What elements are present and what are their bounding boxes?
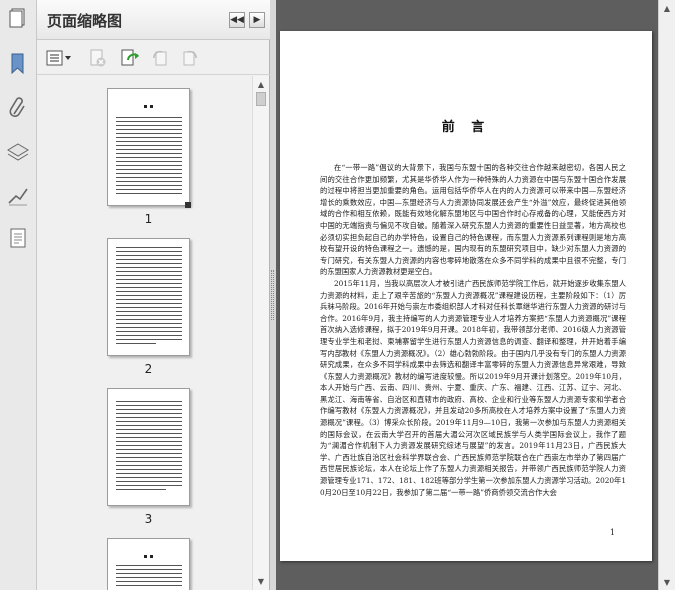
panel-options-button[interactable]: ▶ xyxy=(249,12,265,28)
document-scrollbar[interactable]: ▲ ▼ xyxy=(658,0,675,590)
document-properties-icon[interactable] xyxy=(6,226,30,250)
collapse-panel-button[interactable]: ◀◀ xyxy=(229,12,245,28)
insert-pages-button[interactable] xyxy=(119,48,141,68)
rotate-clockwise-button[interactable] xyxy=(179,48,201,68)
scroll-up-arrow-icon[interactable]: ▲ xyxy=(253,76,269,92)
thumbnail-list: 1 2 3 xyxy=(37,76,252,590)
thumbnails-toolbar xyxy=(37,41,270,75)
layers-icon[interactable] xyxy=(6,140,30,164)
bookmark-icon[interactable] xyxy=(6,52,30,76)
rotate-left-icon xyxy=(153,50,167,66)
rotate-right-icon xyxy=(183,50,197,66)
signature-icon[interactable] xyxy=(6,184,30,208)
document-page: 前 言 在“一带一路”倡议的大背景下，我国与东盟十国的各种交往合作越来越密切，各… xyxy=(280,31,652,561)
page-body: 在“一带一路”倡议的大背景下，我国与东盟十国的各种交往合作越来越密切，各国人民之… xyxy=(320,162,626,498)
delete-pages-button[interactable] xyxy=(87,48,109,68)
scroll-down-arrow-icon[interactable]: ▼ xyxy=(253,573,269,589)
delete-page-icon xyxy=(90,49,106,67)
rotate-counterclockwise-button[interactable] xyxy=(149,48,171,68)
page-thumbnail-label: 2 xyxy=(144,362,153,376)
scrollbar-thumb[interactable] xyxy=(256,92,266,106)
thumbnail-scrollbar[interactable]: ▲ ▼ xyxy=(252,76,269,590)
attachment-icon[interactable] xyxy=(6,96,30,120)
navigation-icon-strip xyxy=(0,0,37,590)
scroll-down-arrow-icon[interactable]: ▼ xyxy=(659,574,675,590)
page-thumbnail-2[interactable] xyxy=(107,238,190,356)
document-view: 前 言 在“一带一路”倡议的大背景下，我国与东盟十国的各种交往合作越来越密切，各… xyxy=(276,0,658,590)
scroll-up-arrow-icon[interactable]: ▲ xyxy=(659,0,675,16)
paragraph: 2015年11月，当我以高层次人才被引进广西民族师范学院工作后，就开始逐步收集东… xyxy=(320,278,626,497)
page-thumbnails-icon[interactable] xyxy=(6,6,30,30)
selection-handle xyxy=(185,202,191,208)
paragraph: 在“一带一路”倡议的大背景下，我国与东盟十国的各种交往合作越来越密切，各国人民之… xyxy=(320,163,626,277)
list-menu-icon xyxy=(46,50,71,66)
page-number: 1 xyxy=(610,528,616,537)
page-thumbnail-label: 1 xyxy=(144,212,153,226)
double-chevron-left-icon: ◀◀ xyxy=(230,15,244,25)
page-thumbnail-label: 3 xyxy=(144,512,153,526)
page-thumbnails-panel: 页面缩略图 ◀◀ ▶ 1 2 3 ▲ ▼ xyxy=(37,0,270,590)
splitter-grip-icon xyxy=(271,270,274,320)
page-heading: 前 言 xyxy=(441,120,491,135)
page-thumbnail-4[interactable] xyxy=(107,538,190,590)
insert-page-icon xyxy=(121,49,139,66)
panel-header: 页面缩略图 ◀◀ ▶ xyxy=(37,0,270,40)
chevron-right-icon: ▶ xyxy=(253,15,261,25)
page-thumbnail-1[interactable] xyxy=(107,88,190,206)
page-thumbnail-3[interactable] xyxy=(107,388,190,506)
panel-title: 页面缩略图 xyxy=(47,12,123,30)
thumbnail-options-button[interactable] xyxy=(45,48,73,68)
